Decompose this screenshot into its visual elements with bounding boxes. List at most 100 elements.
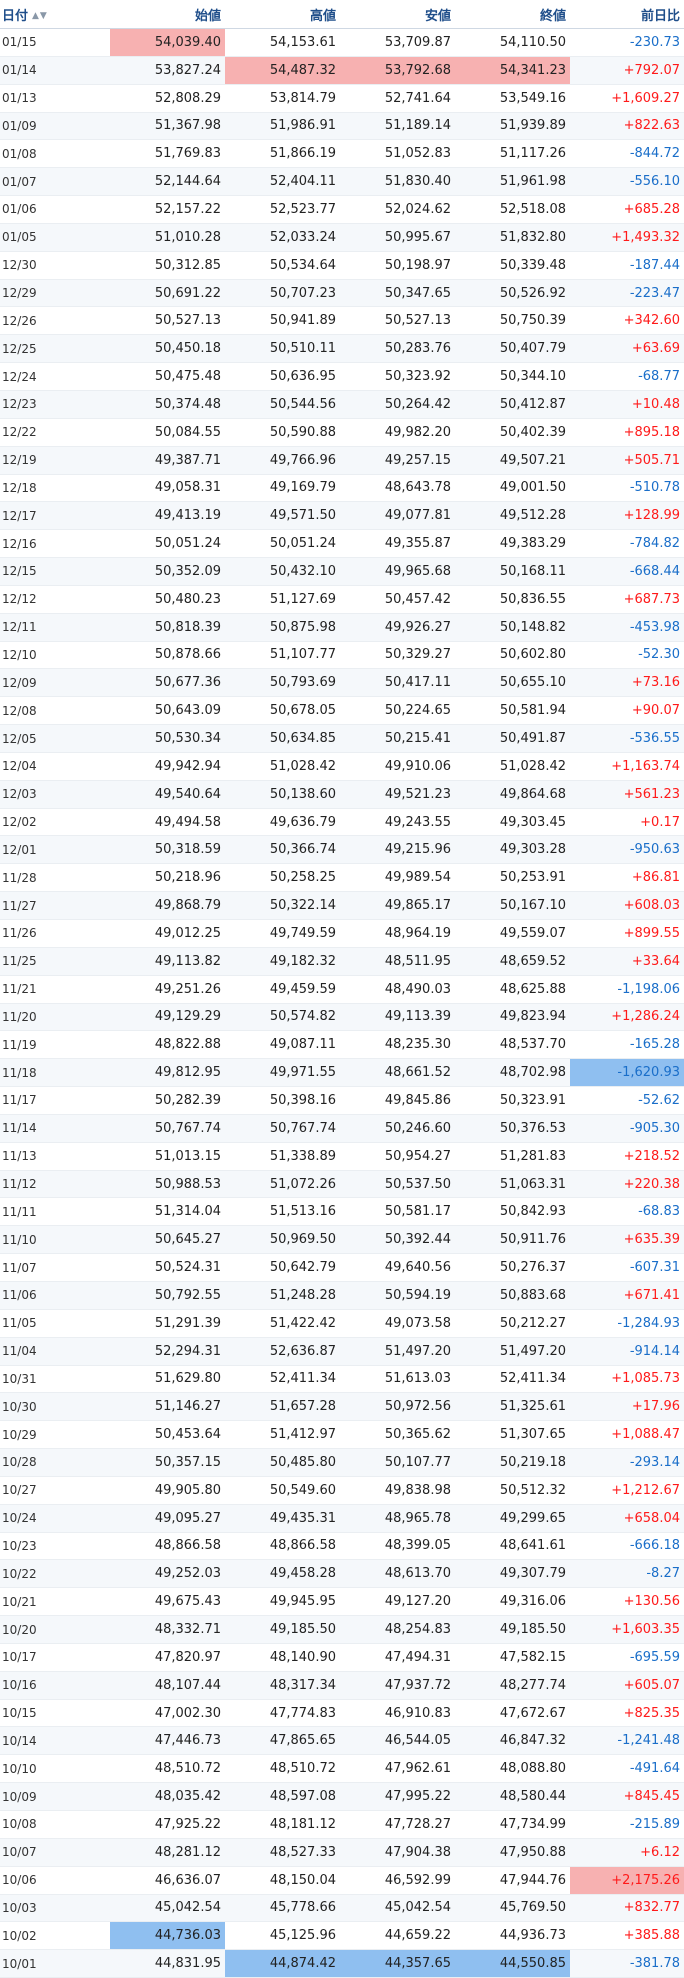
header-high[interactable]: 高値 <box>225 0 340 29</box>
cell-open: 48,332.71 <box>110 1615 225 1644</box>
cell-open: 50,218.96 <box>110 863 225 893</box>
cell-change: +220.38 <box>570 1170 684 1199</box>
header-close[interactable]: 終値 <box>455 0 570 29</box>
cell-close: 50,526.92 <box>455 279 570 308</box>
cell-date: 12/19 <box>0 446 110 475</box>
table-row: 10/08 47,925.22 48,181.12 47,728.27 47,734.9… <box>0 1810 684 1839</box>
cell-close: 49,001.50 <box>455 474 570 503</box>
table-row: 10/21 49,675.43 49,945.95 49,127.20 49,316.0… <box>0 1587 684 1617</box>
cell-close: 49,299.65 <box>455 1504 570 1533</box>
table-row: 12/10 50,878.66 51,107.77 50,329.27 50,602.8… <box>0 641 684 670</box>
cell-change: -1,241.48 <box>570 1726 684 1756</box>
table-row: 11/28 50,218.96 50,258.25 49,989.54 50,253.9… <box>0 863 684 893</box>
cell-close: 49,864.68 <box>455 780 570 809</box>
cell-close: 46,847.32 <box>455 1726 570 1756</box>
table-row: 10/10 48,510.72 48,510.72 47,962.61 48,088.8… <box>0 1754 684 1784</box>
cell-high: 52,404.11 <box>225 167 340 197</box>
header-change[interactable]: 前日比 <box>570 0 684 29</box>
cell-high: 45,125.96 <box>225 1921 340 1951</box>
cell-high: 50,485.80 <box>225 1448 340 1477</box>
cell-high: 51,338.89 <box>225 1142 340 1171</box>
cell-low: 49,073.58 <box>340 1309 455 1338</box>
cell-open: 49,113.82 <box>110 947 225 976</box>
cell-high: 51,657.28 <box>225 1392 340 1422</box>
table-row: 12/15 50,352.09 50,432.10 49,965.68 50,168.1… <box>0 557 684 586</box>
table-row: 10/14 47,446.73 47,865.65 46,544.05 46,847.3… <box>0 1726 684 1756</box>
cell-date: 12/11 <box>0 613 110 642</box>
table-row: 10/31 51,629.80 52,411.34 51,613.03 52,411.3… <box>0 1365 684 1394</box>
cell-date: 12/08 <box>0 696 110 726</box>
cell-change: -165.28 <box>570 1030 684 1060</box>
cell-change: -666.18 <box>570 1532 684 1561</box>
cell-date: 12/25 <box>0 334 110 364</box>
cell-date: 11/18 <box>0 1058 110 1088</box>
cell-date: 10/24 <box>0 1504 110 1533</box>
cell-low: 51,613.03 <box>340 1365 455 1394</box>
cell-high: 50,941.89 <box>225 306 340 336</box>
cell-open: 52,157.22 <box>110 195 225 224</box>
stock-price-table: 日付 ▲▼ 始値 高値 安値 終値 前日比 01/15 54,039.40 54,15… <box>0 0 684 1978</box>
table-row: 11/21 49,251.26 49,459.59 48,490.03 48,625.8… <box>0 975 684 1004</box>
cell-open: 49,058.31 <box>110 474 225 503</box>
table-row: 12/11 50,818.39 50,875.98 49,926.27 50,148.8… <box>0 613 684 642</box>
header-date[interactable]: 日付 ▲▼ <box>0 0 110 29</box>
cell-change: +561.23 <box>570 780 684 809</box>
cell-change: +1,163.74 <box>570 752 684 781</box>
cell-close: 50,602.80 <box>455 641 570 670</box>
table-row: 12/24 50,475.48 50,636.95 50,323.92 50,344.1… <box>0 362 684 391</box>
cell-close: 51,832.80 <box>455 223 570 252</box>
cell-date: 10/30 <box>0 1392 110 1422</box>
cell-date: 12/26 <box>0 306 110 336</box>
cell-change: +1,088.47 <box>570 1420 684 1450</box>
cell-close: 52,411.34 <box>455 1365 570 1394</box>
table-row: 10/23 48,866.58 48,866.58 48,399.05 48,641.6… <box>0 1532 684 1561</box>
cell-low: 49,521.23 <box>340 780 455 809</box>
cell-date: 10/06 <box>0 1866 110 1895</box>
cell-open: 52,808.29 <box>110 84 225 113</box>
cell-date: 11/05 <box>0 1309 110 1338</box>
cell-high: 49,766.96 <box>225 446 340 475</box>
cell-low: 53,792.68 <box>340 56 455 85</box>
cell-change: +687.73 <box>570 585 684 614</box>
cell-close: 50,581.94 <box>455 696 570 726</box>
cell-close: 51,961.98 <box>455 167 570 197</box>
cell-high: 50,678.05 <box>225 696 340 726</box>
cell-open: 48,866.58 <box>110 1532 225 1561</box>
cell-high: 49,458.28 <box>225 1559 340 1589</box>
cell-high: 50,875.98 <box>225 613 340 642</box>
cell-date: 12/16 <box>0 529 110 559</box>
header-open[interactable]: 始値 <box>110 0 225 29</box>
table-row: 11/19 48,822.88 49,087.11 48,235.30 48,537.7… <box>0 1030 684 1060</box>
cell-change: -491.64 <box>570 1754 684 1784</box>
table-row: 10/30 51,146.27 51,657.28 50,972.56 51,325.6… <box>0 1392 684 1422</box>
cell-change: +825.35 <box>570 1699 684 1728</box>
header-low[interactable]: 安値 <box>340 0 455 29</box>
table-row: 11/26 49,012.25 49,749.59 48,964.19 49,559.0… <box>0 919 684 948</box>
cell-change: -607.31 <box>570 1253 684 1282</box>
cell-open: 50,677.36 <box>110 668 225 698</box>
cell-change: +671.41 <box>570 1281 684 1310</box>
cell-high: 51,028.42 <box>225 752 340 781</box>
cell-high: 50,707.23 <box>225 279 340 308</box>
sort-arrows-icon[interactable]: ▲▼ <box>32 11 48 21</box>
cell-open: 50,767.74 <box>110 1114 225 1143</box>
cell-date: 11/14 <box>0 1114 110 1143</box>
cell-close: 50,168.11 <box>455 557 570 586</box>
cell-change: +10.48 <box>570 390 684 419</box>
cell-close: 50,836.55 <box>455 585 570 614</box>
cell-close: 47,672.67 <box>455 1699 570 1728</box>
table-row: 11/06 50,792.55 51,248.28 50,594.19 50,883.6… <box>0 1281 684 1310</box>
cell-open: 53,827.24 <box>110 56 225 85</box>
cell-low: 44,357.65 <box>340 1949 455 1978</box>
cell-change: -536.55 <box>570 724 684 753</box>
cell-low: 50,365.62 <box>340 1420 455 1450</box>
cell-close: 50,402.39 <box>455 418 570 447</box>
cell-high: 48,597.08 <box>225 1782 340 1811</box>
cell-change: -914.14 <box>570 1337 684 1366</box>
cell-date: 12/23 <box>0 390 110 419</box>
cell-change: +899.55 <box>570 919 684 948</box>
cell-close: 52,518.08 <box>455 195 570 224</box>
cell-close: 49,185.50 <box>455 1615 570 1644</box>
cell-open: 50,475.48 <box>110 362 225 391</box>
cell-change: +605.07 <box>570 1671 684 1700</box>
